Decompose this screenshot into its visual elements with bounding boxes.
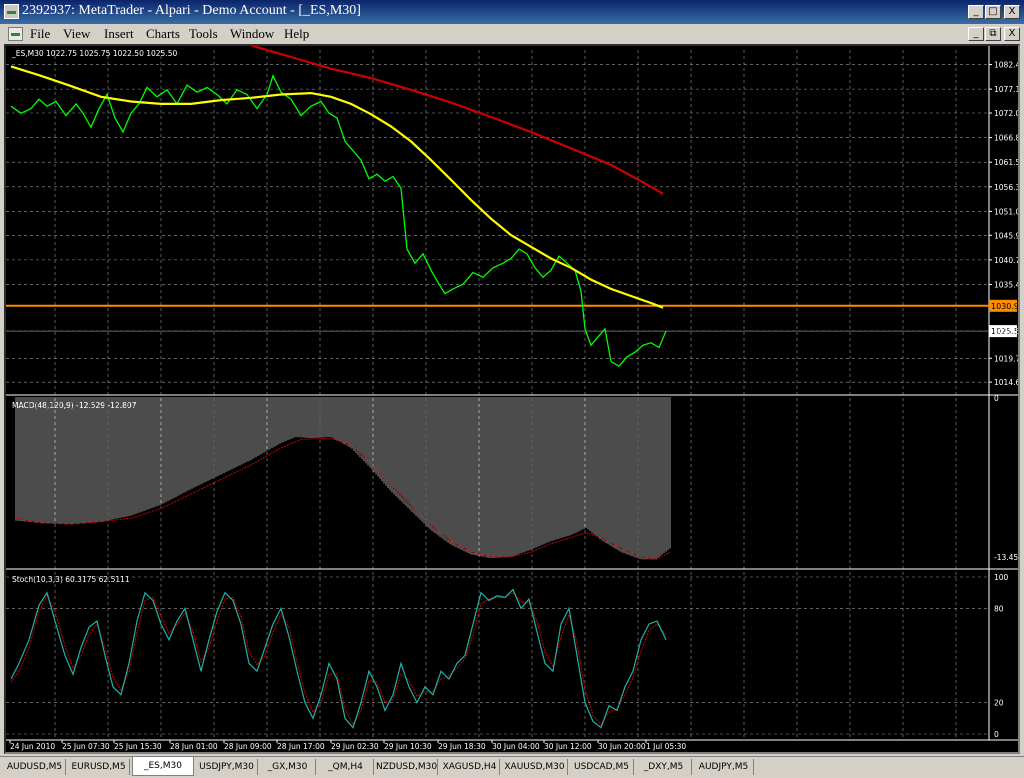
chart-window[interactable]: 1030.91025.50 0-13.453 10080200 1082.401… <box>4 44 1020 754</box>
title-bar: 2392937: MetaTrader - Alpari - Demo Acco… <box>0 0 1024 24</box>
close-button[interactable]: X <box>1004 5 1020 19</box>
stoch-signal-line <box>10 592 667 726</box>
price-tick-label: 1045.95 <box>994 231 1018 240</box>
minimize-button[interactable]: _ <box>968 5 984 19</box>
price-tick-label: 1035.45 <box>994 280 1018 289</box>
stoch-tick-label: 80 <box>994 604 1004 613</box>
time-tick-label: 25 Jun 07:30 <box>62 742 110 751</box>
symbol-tab[interactable]: AUDJPY,M5 <box>694 759 754 775</box>
price-tick-label: 1019.70 <box>994 354 1018 363</box>
symbol-tab[interactable]: XAGUSD,H4 <box>440 759 500 775</box>
chart-close-button[interactable]: X <box>1004 27 1020 41</box>
chart-minimize-button[interactable]: _ <box>968 27 984 41</box>
time-tick-label: 30 Jun 12:00 <box>544 742 592 751</box>
chart-window-icon[interactable] <box>8 27 23 41</box>
stoch-main-line <box>10 588 667 729</box>
time-axis: 24 Jun 2010 25 Jun 07:30 25 Jun 15:30 28 Ju… <box>9 740 686 751</box>
macd-header: MACD(48,120,9) -12.529 -12.807 <box>12 401 137 410</box>
price-tick-label: 1051.05 <box>994 207 1018 216</box>
price-tick-label: 1072.05 <box>994 109 1018 118</box>
symbol-tab[interactable]: XAUUSD,M30 <box>502 759 568 775</box>
time-tick-label: 29 Jun 18:30 <box>438 742 486 751</box>
price-tick-label: 1061.55 <box>994 158 1018 167</box>
price-tick-label: 1025.50 <box>994 327 1018 336</box>
price-tick-label: 1056.30 <box>994 183 1018 192</box>
price-tick-label: 1040.70 <box>994 256 1018 265</box>
menu-file[interactable]: File <box>30 26 50 42</box>
price-axis: 1082.40 1077.15 1072.05 1066.80 1061.55 1056.… <box>989 61 1018 387</box>
chart-restore-button[interactable]: ⧉ <box>985 27 1001 41</box>
price-tick-label: 1066.80 <box>994 134 1018 143</box>
series <box>10 46 667 368</box>
symbol-tab[interactable]: _DXY,M5 <box>636 759 692 775</box>
time-tick-label: 29 Jun 10:30 <box>384 742 432 751</box>
menu-bar: File View Insert Charts Tools Window Hel… <box>0 24 1024 44</box>
symbol-tab[interactable]: USDCAD,M5 <box>570 759 634 775</box>
stoch-tick-label: 20 <box>994 699 1004 708</box>
app-icon <box>4 4 19 19</box>
moving-average-slow-line <box>250 46 664 195</box>
stoch-header: Stoch(10,3,3) 60.3175 62.5111 <box>12 575 130 584</box>
window-title: 2392937: MetaTrader - Alpari - Demo Acco… <box>22 3 361 18</box>
symbol-tab[interactable]: AUDUSD,M5 <box>4 759 66 775</box>
maximize-button[interactable]: □ <box>985 5 1001 19</box>
macd-indicator: 0 -13.453 <box>15 394 1018 562</box>
symbol-tabs-bar: AUDUSD,M5 EURUSD,M5 _ES,M30 USDJPY,M30 _GX,M… <box>0 756 1024 778</box>
time-tick-label: 29 Jun 02:30 <box>331 742 379 751</box>
time-tick-label: 30 Jun 04:00 <box>492 742 540 751</box>
time-tick-label: 25 Jun 15:30 <box>114 742 162 751</box>
chart-svg[interactable]: 1030.91025.50 0-13.453 10080200 1082.401… <box>6 46 1018 752</box>
price-level-label: 1030.9 <box>991 302 1018 311</box>
price-tick-label: 1077.15 <box>994 85 1018 94</box>
stoch-tick-label: 100 <box>994 573 1009 582</box>
time-tick-label: 28 Jun 09:00 <box>224 742 272 751</box>
menu-help[interactable]: Help <box>284 26 309 42</box>
menu-window[interactable]: Window <box>230 26 274 42</box>
symbol-tab[interactable]: _QM,H4 <box>318 759 374 775</box>
symbol-tab[interactable]: EURUSD,M5 <box>68 759 130 775</box>
main-chart-header: _ES,M30 1022.75 1025.75 1022.50 1025.50 <box>11 49 177 58</box>
horizontal-line[interactable]: 1030.9 1025.50 <box>6 299 1018 338</box>
macd-tick-label: 0 <box>994 394 999 403</box>
time-tick-label: 30 Jun 20:00 <box>598 742 646 751</box>
symbol-tab[interactable]: _GX,M30 <box>260 759 316 775</box>
price-tick-label: 1082.40 <box>994 61 1018 70</box>
stochastic-indicator: 100 80 20 0 <box>10 573 1009 739</box>
menu-charts[interactable]: Charts <box>146 26 180 42</box>
symbol-tab[interactable]: NZDUSD,M30 <box>376 759 438 775</box>
symbol-tab[interactable]: USDJPY,M30 <box>196 759 258 775</box>
price-tick-label: 1014.60 <box>994 378 1018 387</box>
time-tick-label: 1 Jul 05:30 <box>646 742 686 751</box>
menu-insert[interactable]: Insert <box>104 26 134 42</box>
macd-tick-label: -13.453 <box>994 553 1018 562</box>
stoch-tick-label: 0 <box>994 730 999 739</box>
price-line <box>10 74 667 368</box>
time-tick-label: 28 Jun 01:00 <box>170 742 218 751</box>
time-tick-label: 24 Jun 2010 <box>10 742 55 751</box>
time-tick-label: 28 Jun 17:00 <box>277 742 325 751</box>
menu-view[interactable]: View <box>63 26 90 42</box>
symbol-tab[interactable]: _ES,M30 <box>132 757 194 776</box>
grid <box>6 46 1018 741</box>
menu-tools[interactable]: Tools <box>189 26 218 42</box>
